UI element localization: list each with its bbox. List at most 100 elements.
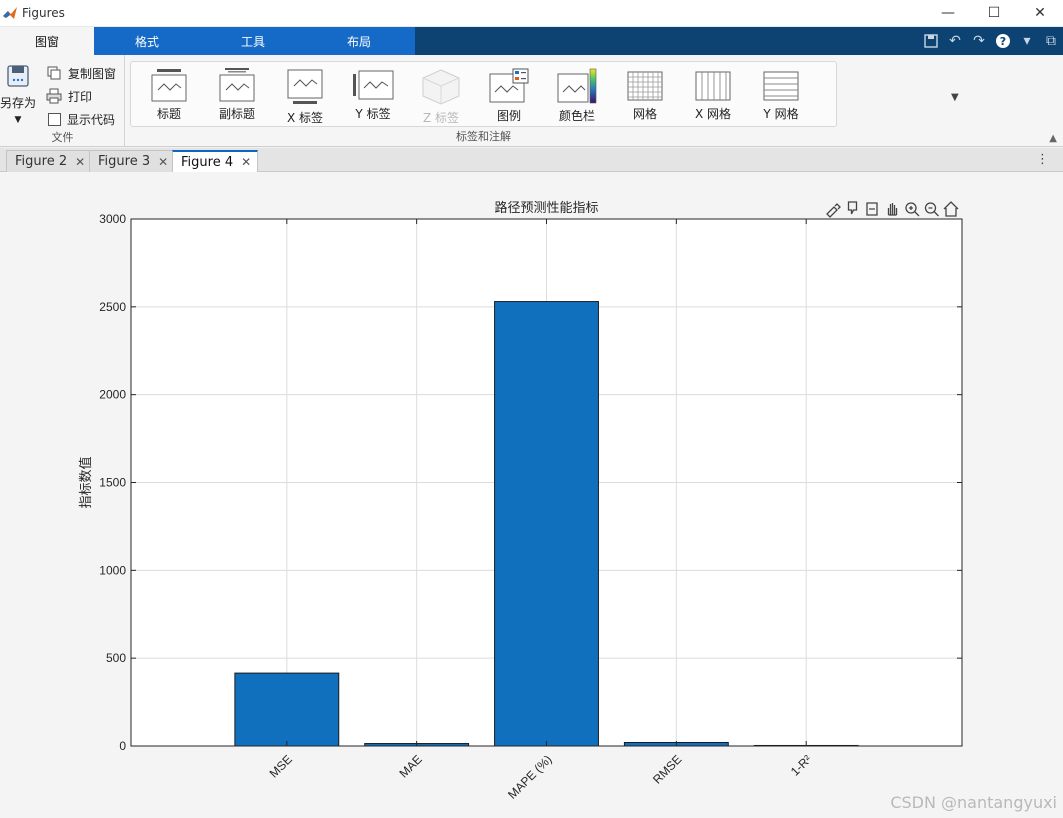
print-button[interactable]: 打印 [46, 86, 92, 106]
y-tick-label: 500 [106, 651, 126, 665]
tab-format[interactable]: 格式 [94, 27, 200, 55]
undo-icon[interactable]: ↶ [943, 27, 967, 55]
ylabel-label: Y 标签 [355, 107, 391, 121]
xgrid-button[interactable]: X 网格 [679, 64, 747, 126]
x-tick-label: MSE [267, 752, 295, 780]
file-group-label: 文件 [51, 131, 74, 144]
save-icon[interactable] [919, 27, 943, 55]
y-tick-label: 1000 [99, 563, 126, 577]
quick-access-menu-icon[interactable]: ▾ [1015, 27, 1039, 55]
save-as-label: 另存为 [0, 96, 37, 110]
labels-group-label: 标签和注解 [456, 130, 511, 143]
matlab-logo-icon [3, 7, 17, 19]
save-as-button[interactable]: 另存为 ▼ [0, 63, 36, 125]
x-tick-label: MAE [396, 752, 424, 780]
pan-hand-icon[interactable] [887, 203, 898, 216]
help-icon[interactable]: ? [991, 27, 1015, 55]
x-tick-label: MAPE (%) [505, 752, 555, 802]
window-title-bar: Figures — ☐ ✕ [0, 0, 1063, 27]
more-options-icon[interactable]: ⋮ [1036, 152, 1049, 167]
chevron-down-icon[interactable]: ▼ [15, 115, 22, 125]
colorbar-icon [557, 68, 597, 104]
y-tick-label: 2500 [99, 300, 126, 314]
gallery-expand-icon[interactable]: ▼ [951, 92, 959, 103]
ylabel-button[interactable]: Y 标签 [339, 64, 407, 126]
svg-text:?: ? [1000, 35, 1006, 48]
title-label: 标题 [156, 107, 181, 121]
figure-tab-strip: Figure 2 ✕ Figure 3 ✕ Figure 4 ✕ ⋮ [0, 148, 1063, 172]
collapse-ribbon-icon[interactable]: ▲ [1049, 133, 1057, 144]
y-tick-label: 1500 [99, 476, 126, 490]
zoom-out-icon[interactable] [924, 202, 939, 217]
xlabel-button[interactable]: X 标签 [271, 64, 339, 126]
close-tab-icon[interactable]: ✕ [158, 155, 168, 169]
brush-icon[interactable] [826, 203, 841, 218]
y-tick-label: 3000 [99, 212, 126, 226]
restore-view-icon[interactable] [866, 202, 878, 216]
copy-icon [47, 66, 61, 80]
datatip-icon[interactable] [847, 201, 858, 215]
tab-figure[interactable]: 图窗 [0, 27, 94, 55]
figure-2-tab[interactable]: Figure 2 ✕ [6, 150, 93, 172]
close-tab-icon[interactable]: ✕ [241, 155, 251, 169]
redo-icon[interactable]: ↷ [967, 27, 991, 55]
grid-label: 网格 [632, 107, 657, 121]
ygrid-icon [763, 71, 799, 101]
x-tick-label: 1-R² [788, 752, 814, 778]
home-icon[interactable] [943, 201, 959, 217]
chart-title: 路径预测性能指标 [494, 200, 598, 216]
grid-button[interactable]: 网格 [611, 64, 679, 126]
colorbar-button[interactable]: 颜色栏 [543, 64, 611, 126]
title-icon [151, 69, 187, 102]
figure-4-tab-label: Figure 4 [181, 154, 234, 170]
y-axis-label: 指标数值 [78, 456, 94, 508]
bar-MSE [234, 672, 340, 747]
axes-toolbar [826, 201, 959, 218]
xgrid-label: X 网格 [694, 107, 732, 121]
checkbox-icon [48, 112, 61, 126]
subtitle-label: 副标题 [218, 107, 255, 121]
figure-3-tab[interactable]: Figure 3 ✕ [89, 150, 176, 172]
y-tick-label: 2000 [99, 388, 126, 402]
title-button[interactable]: 标题 [135, 64, 203, 126]
ygrid-label: Y 网格 [763, 107, 799, 121]
y-tick-label: 0 [119, 739, 126, 753]
zoom-in-icon[interactable] [905, 202, 920, 217]
save-as-icon [7, 65, 29, 87]
print-label: 打印 [68, 89, 93, 104]
xlabel-label: X 标签 [286, 111, 324, 125]
zlabel-label: Z 标签 [422, 111, 460, 125]
ygrid-button[interactable]: Y 网格 [747, 64, 815, 126]
tab-tools[interactable]: 工具 [200, 27, 306, 55]
xlabel-icon [287, 69, 323, 104]
window-title: Figures [22, 6, 65, 20]
subtitle-icon [219, 68, 255, 102]
undock-icon[interactable]: ⧉ [1039, 27, 1063, 55]
show-code-label: 显示代码 [67, 112, 116, 127]
close-button[interactable]: ✕ [1017, 0, 1063, 26]
watermark: CSDN @nantangyuxi [890, 793, 1057, 812]
figure-3-tab-label: Figure 3 [98, 154, 151, 169]
zlabel-button[interactable]: Z 标签 [407, 64, 475, 126]
bar-chart: 0 500 1000 1500 2000 2500 3000 MSE MAE MAPE (%) RM… [78, 200, 963, 802]
copy-figure-button[interactable]: 复制图窗 [46, 63, 116, 83]
figure-canvas: 0 500 1000 1500 2000 2500 3000 MSE MAE MAPE (%) RM… [0, 172, 1063, 818]
grid-icon [627, 71, 663, 101]
minimize-button[interactable]: — [925, 0, 971, 26]
close-tab-icon[interactable]: ✕ [75, 155, 85, 169]
show-code-checkbox[interactable]: 显示代码 [46, 109, 115, 129]
ylabel-icon [353, 70, 394, 100]
ribbon-tab-strip: 图窗 格式 工具 布局 ↶ ↷ ? ▾ ⧉ [0, 27, 1063, 55]
maximize-button[interactable]: ☐ [971, 0, 1017, 26]
figure-4-tab[interactable]: Figure 4 ✕ [172, 150, 259, 172]
copy-figure-label: 复制图窗 [68, 66, 117, 81]
file-group: 另存为 ▼ 复制图窗 打印 显示代码 文件 [0, 55, 125, 147]
x-tick-label: RMSE [650, 752, 684, 786]
zlabel-icon [422, 69, 460, 105]
tab-layout[interactable]: 布局 [306, 27, 412, 55]
ribbon-toolstrip: 另存为 ▼ 复制图窗 打印 显示代码 文件 标题 副标题 X 标签 Y 标签 Z… [0, 55, 1063, 147]
figure-2-tab-label: Figure 2 [15, 154, 68, 169]
subtitle-button[interactable]: 副标题 [203, 64, 271, 126]
colorbar-label: 颜色栏 [558, 109, 595, 123]
legend-button[interactable]: 图例 [475, 64, 543, 126]
